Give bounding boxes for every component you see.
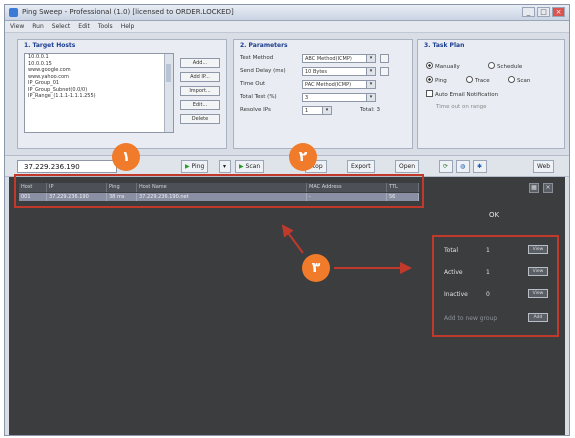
annotation-arrows (281, 224, 412, 274)
arrow-to-table (281, 224, 304, 254)
